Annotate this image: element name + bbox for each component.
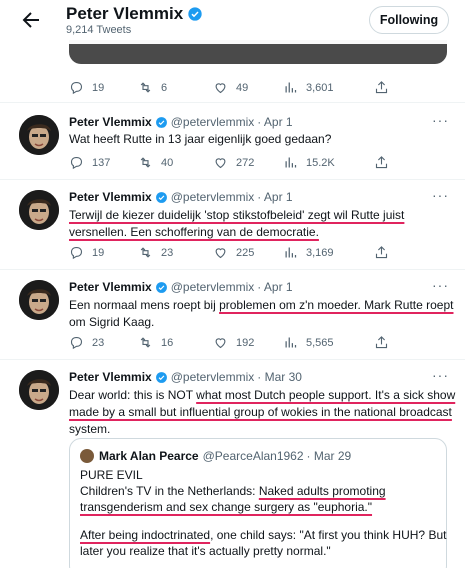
quoted-tweet-text: PURE EVIL Children's TV in the Netherlan… [80, 468, 447, 558]
retweet-button[interactable]: 23 [138, 245, 173, 260]
retweet-icon [140, 157, 151, 168]
retweet-icon [140, 247, 151, 258]
like-button[interactable]: 225 [213, 245, 254, 260]
reply-icon [70, 246, 83, 260]
tweet-date[interactable]: · Mar 30 [257, 370, 302, 384]
share-button[interactable] [374, 245, 389, 260]
tweet-date[interactable]: · Apr 1 [257, 280, 292, 294]
tweet-text: Een normaal mens roept bij problemen om … [69, 298, 454, 329]
share-button[interactable] [374, 155, 389, 170]
author-name[interactable]: Peter Vlemmix [69, 115, 152, 129]
tweet-actions: 137 40 272 15.2K [69, 155, 389, 173]
views-button[interactable]: 3,169 [283, 245, 334, 260]
tweet-actions: 19 6 49 3,601 [69, 80, 389, 98]
avatar[interactable] [19, 115, 59, 155]
avatar[interactable] [19, 370, 59, 410]
following-button[interactable]: Following [369, 6, 449, 34]
views-icon [285, 337, 297, 348]
more-icon[interactable]: ··· [432, 277, 449, 293]
verified-badge-icon [155, 116, 167, 128]
share-icon [375, 246, 388, 259]
tweet-actions: 23 16 192 5,565 [69, 335, 389, 353]
more-icon[interactable]: ··· [432, 112, 449, 128]
like-button[interactable]: 192 [213, 335, 254, 350]
profile-header: Peter Vlemmix 9,214 Tweets Following [0, 0, 465, 44]
quoted-tweet-date: · Mar 29 [306, 449, 352, 463]
tweet-text: Wat heeft Rutte in 13 jaar eigenlijk goe… [69, 132, 332, 146]
tweet-actions: 19 23 225 3,169 [69, 245, 389, 263]
share-icon [375, 156, 388, 169]
like-button[interactable]: 49 [213, 80, 248, 95]
avatar [80, 449, 94, 463]
verified-badge-icon [155, 191, 167, 203]
author-handle[interactable]: @petervlemmix [171, 190, 255, 204]
tweet-text: Terwijl de kiezer duidelijk 'stop stikst… [69, 208, 405, 239]
reply-button[interactable]: 19 [69, 245, 104, 260]
tweet-header: Peter Vlemmix @petervlemmix · Apr 1 [69, 115, 293, 129]
more-icon[interactable]: ··· [432, 187, 449, 203]
quoted-tweet-header: Mark Alan Pearce @PearceAlan1962 · Mar 2… [80, 449, 351, 463]
share-icon [375, 336, 388, 349]
reply-icon [70, 81, 83, 95]
quoted-author-handle: @PearceAlan1962 [202, 449, 304, 463]
profile-name: Peter Vlemmix [66, 4, 203, 24]
reply-button[interactable]: 137 [69, 155, 110, 170]
like-icon [215, 338, 226, 349]
avatar[interactable] [19, 280, 59, 320]
quoted-tweet[interactable]: Mark Alan Pearce @PearceAlan1962 · Mar 2… [69, 438, 447, 568]
retweet-button[interactable]: 40 [138, 155, 173, 170]
views-button[interactable]: 3,601 [283, 80, 334, 95]
views-button[interactable]: 15.2K [283, 155, 335, 170]
author-name[interactable]: Peter Vlemmix [69, 190, 152, 204]
retweet-button[interactable]: 16 [138, 335, 173, 350]
retweet-icon [140, 337, 151, 348]
verified-badge-icon [155, 371, 167, 383]
tweet-count: 9,214 Tweets [66, 24, 132, 36]
share-button[interactable] [374, 335, 389, 350]
tweet[interactable]: Peter Vlemmix @petervlemmix · Apr 1 ··· … [0, 103, 465, 180]
views-icon [285, 82, 297, 93]
tweet-header: Peter Vlemmix @petervlemmix · Apr 1 [69, 280, 293, 294]
reply-button[interactable]: 23 [69, 335, 104, 350]
tweet-text: Dear world: this is NOT what most Dutch … [69, 388, 456, 436]
views-icon [285, 157, 297, 168]
back-arrow-icon[interactable] [19, 8, 43, 32]
like-icon [215, 83, 226, 94]
verified-badge-icon [188, 7, 202, 21]
tweet-date[interactable]: · Apr 1 [257, 190, 292, 204]
share-button[interactable] [374, 80, 389, 95]
like-button[interactable]: 272 [213, 155, 254, 170]
share-icon [375, 81, 388, 94]
author-name[interactable]: Peter Vlemmix [69, 280, 152, 294]
quoted-author-name: Mark Alan Pearce [99, 449, 199, 463]
views-icon [285, 247, 297, 258]
verified-badge-icon [155, 281, 167, 293]
reply-icon [70, 156, 83, 170]
author-handle[interactable]: @petervlemmix [171, 370, 255, 384]
retweet-icon [140, 82, 151, 93]
reply-button[interactable]: 19 [69, 80, 104, 95]
avatar[interactable] [19, 190, 59, 230]
author-name[interactable]: Peter Vlemmix [69, 370, 152, 384]
like-icon [215, 158, 226, 169]
tweet[interactable]: Peter Vlemmix @petervlemmix · Apr 1 ··· … [0, 180, 465, 270]
more-icon[interactable]: ··· [432, 367, 449, 383]
author-handle[interactable]: @petervlemmix [171, 115, 255, 129]
tweet-header: Peter Vlemmix @petervlemmix · Apr 1 [69, 190, 293, 204]
author-handle[interactable]: @petervlemmix [171, 280, 255, 294]
tweet[interactable]: Peter Vlemmix @petervlemmix · Apr 1 ··· … [0, 270, 465, 360]
tweet-header: Peter Vlemmix @petervlemmix · Mar 30 [69, 370, 302, 384]
tweet-date[interactable]: · Apr 1 [257, 115, 292, 129]
like-icon [215, 248, 226, 259]
views-button[interactable]: 5,565 [283, 335, 334, 350]
reply-icon [70, 336, 83, 350]
retweet-button[interactable]: 6 [138, 80, 167, 95]
